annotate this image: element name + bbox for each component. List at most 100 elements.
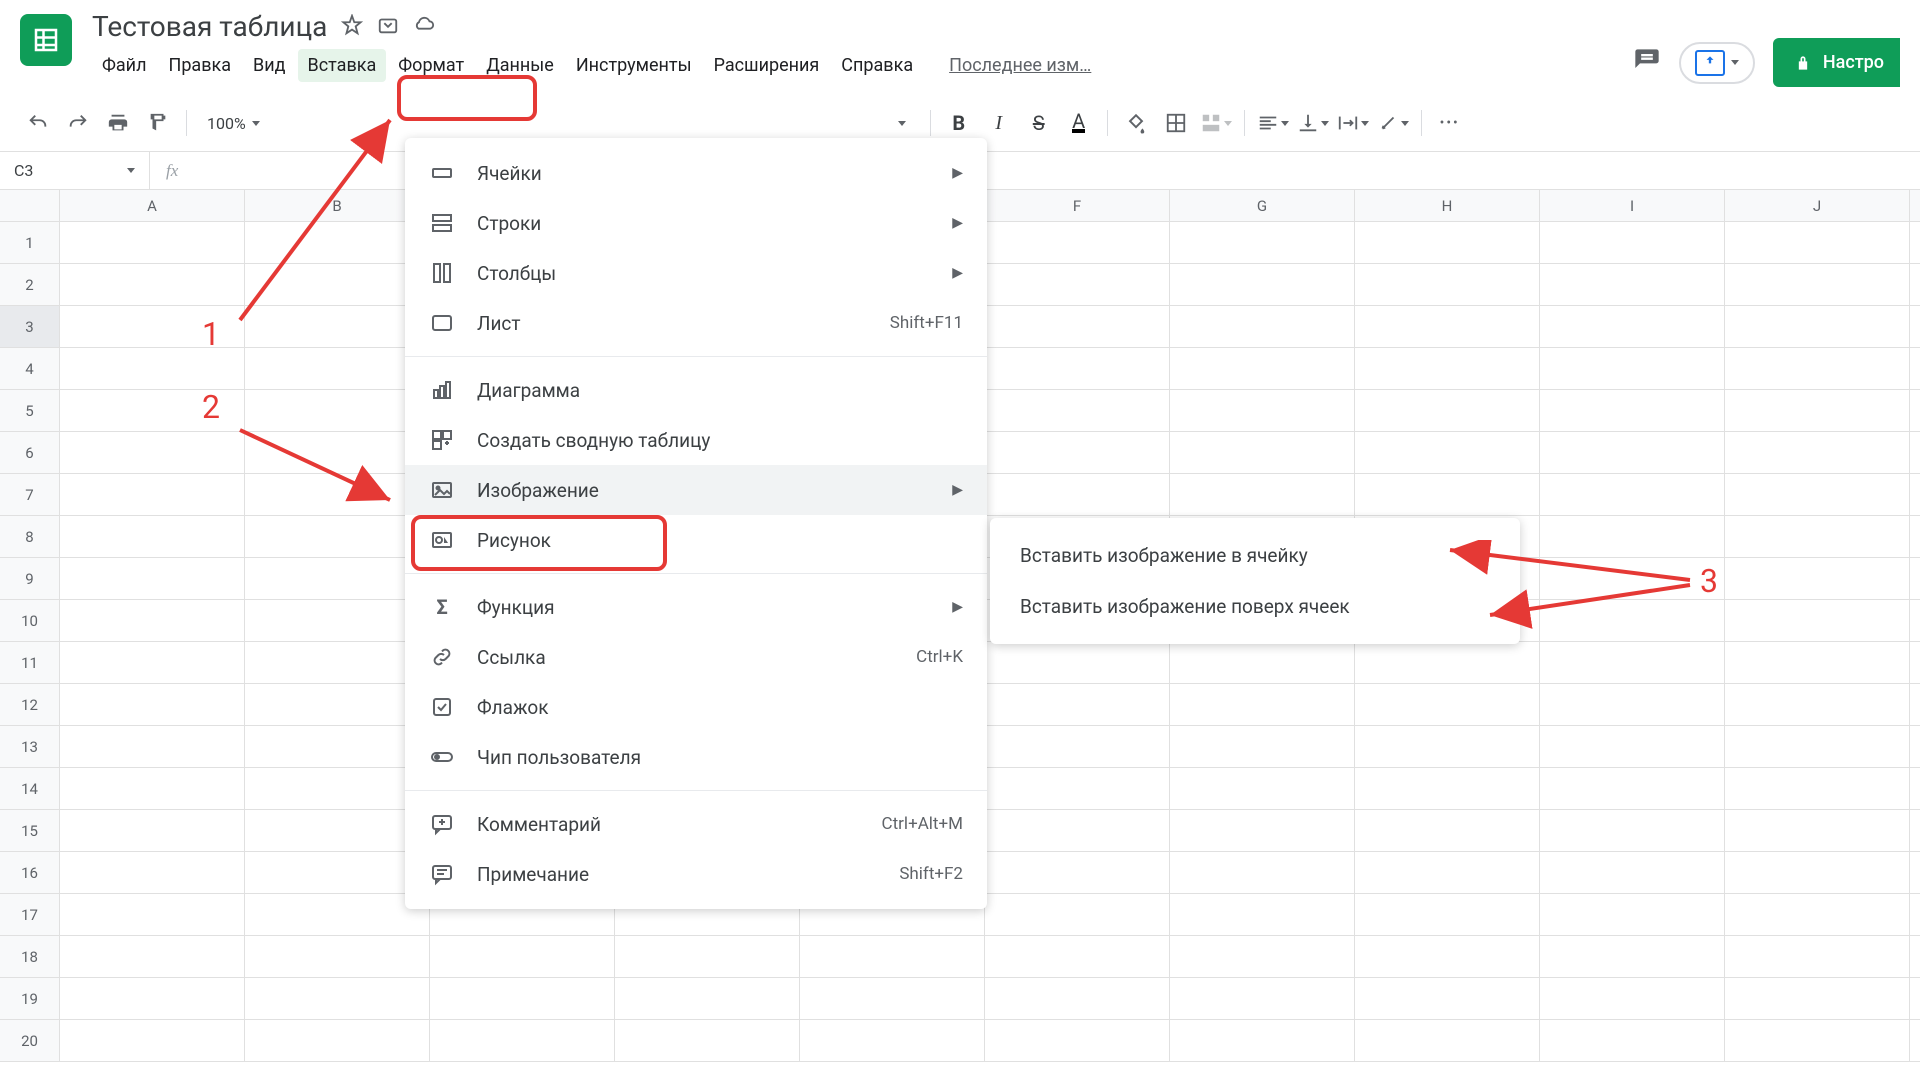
menu-item-comment[interactable]: КомментарийCtrl+Alt+M bbox=[405, 799, 987, 849]
cell[interactable] bbox=[245, 432, 430, 473]
cell[interactable] bbox=[60, 1020, 245, 1061]
cell[interactable] bbox=[245, 348, 430, 389]
cell[interactable] bbox=[1725, 642, 1910, 683]
cell[interactable] bbox=[1725, 1020, 1910, 1061]
cell[interactable] bbox=[60, 600, 245, 641]
menu-item-checkbox[interactable]: Флажок bbox=[405, 682, 987, 732]
col-header[interactable]: I bbox=[1540, 190, 1725, 221]
cell[interactable] bbox=[985, 306, 1170, 347]
cell[interactable] bbox=[245, 768, 430, 809]
cell[interactable] bbox=[1170, 432, 1355, 473]
last-edit-link[interactable]: Последнее изм… bbox=[939, 49, 1101, 82]
wrap-button[interactable] bbox=[1335, 105, 1371, 141]
cell[interactable] bbox=[430, 978, 615, 1019]
cell[interactable] bbox=[60, 642, 245, 683]
cell[interactable] bbox=[800, 936, 985, 977]
cell[interactable] bbox=[985, 1020, 1170, 1061]
cell[interactable] bbox=[1355, 684, 1540, 725]
share-button[interactable]: Настро bbox=[1773, 38, 1900, 87]
row-header[interactable]: 15 bbox=[0, 810, 60, 852]
col-header[interactable]: B bbox=[245, 190, 430, 221]
cell[interactable] bbox=[60, 768, 245, 809]
cell[interactable] bbox=[985, 264, 1170, 305]
row-header[interactable]: 8 bbox=[0, 516, 60, 558]
menu-view[interactable]: Вид bbox=[243, 49, 295, 82]
row-header[interactable]: 7 bbox=[0, 474, 60, 516]
select-all-corner[interactable] bbox=[0, 190, 60, 221]
row-header[interactable]: 2 bbox=[0, 264, 60, 306]
cell[interactable] bbox=[985, 978, 1170, 1019]
cell[interactable] bbox=[1540, 348, 1725, 389]
cell[interactable] bbox=[60, 936, 245, 977]
cell[interactable] bbox=[1540, 852, 1725, 893]
rotate-button[interactable] bbox=[1375, 105, 1411, 141]
cell[interactable] bbox=[1355, 768, 1540, 809]
cell[interactable] bbox=[1170, 936, 1355, 977]
italic-button[interactable]: I bbox=[981, 105, 1017, 141]
font-size-dropdown[interactable] bbox=[898, 121, 906, 126]
col-header[interactable]: H bbox=[1355, 190, 1540, 221]
cell[interactable] bbox=[1170, 474, 1355, 515]
submenu-insert-image-in-cell[interactable]: Вставить изображение в ячейку bbox=[990, 530, 1520, 581]
menu-item-function[interactable]: ΣФункция▶ bbox=[405, 582, 987, 632]
cell[interactable] bbox=[1725, 600, 1910, 641]
cell[interactable] bbox=[1170, 852, 1355, 893]
cell[interactable] bbox=[60, 516, 245, 557]
cell[interactable] bbox=[1170, 810, 1355, 851]
cell[interactable] bbox=[1725, 264, 1910, 305]
row-header[interactable]: 11 bbox=[0, 642, 60, 684]
row-header[interactable]: 19 bbox=[0, 978, 60, 1020]
menu-item-rows[interactable]: Строки▶ bbox=[405, 198, 987, 248]
menu-extensions[interactable]: Расширения bbox=[704, 49, 830, 82]
cell[interactable] bbox=[60, 852, 245, 893]
row-header[interactable]: 18 bbox=[0, 936, 60, 978]
cell[interactable] bbox=[1355, 810, 1540, 851]
present-button[interactable] bbox=[1679, 42, 1755, 84]
cell[interactable] bbox=[1355, 1020, 1540, 1061]
cell[interactable] bbox=[1170, 264, 1355, 305]
cell[interactable] bbox=[1725, 936, 1910, 977]
cell[interactable] bbox=[245, 894, 430, 935]
cell[interactable] bbox=[1540, 600, 1725, 641]
cell[interactable] bbox=[1725, 894, 1910, 935]
cell[interactable] bbox=[1725, 390, 1910, 431]
cell[interactable] bbox=[60, 558, 245, 599]
cell[interactable] bbox=[1725, 810, 1910, 851]
cell[interactable] bbox=[985, 936, 1170, 977]
menu-help[interactable]: Справка bbox=[831, 49, 923, 82]
cell[interactable] bbox=[245, 1020, 430, 1061]
paint-format-button[interactable] bbox=[140, 105, 176, 141]
cell[interactable] bbox=[1170, 726, 1355, 767]
row-header[interactable]: 3 bbox=[0, 306, 60, 348]
cell[interactable] bbox=[985, 852, 1170, 893]
cells[interactable] bbox=[60, 222, 1920, 1062]
cell[interactable] bbox=[985, 222, 1170, 263]
cell[interactable] bbox=[1355, 852, 1540, 893]
cell[interactable] bbox=[1355, 894, 1540, 935]
row-header[interactable]: 6 bbox=[0, 432, 60, 474]
cell[interactable] bbox=[1725, 474, 1910, 515]
row-header[interactable]: 13 bbox=[0, 726, 60, 768]
cell[interactable] bbox=[615, 1020, 800, 1061]
cell[interactable] bbox=[245, 390, 430, 431]
cell[interactable] bbox=[985, 642, 1170, 683]
cell[interactable] bbox=[985, 474, 1170, 515]
more-button[interactable]: ••• bbox=[1432, 105, 1468, 141]
menu-data[interactable]: Данные bbox=[476, 49, 564, 82]
cell[interactable] bbox=[1540, 726, 1725, 767]
menu-item-link[interactable]: СсылкаCtrl+K bbox=[405, 632, 987, 682]
row-header[interactable]: 4 bbox=[0, 348, 60, 390]
redo-button[interactable] bbox=[60, 105, 96, 141]
cell[interactable] bbox=[1540, 978, 1725, 1019]
cell[interactable] bbox=[60, 474, 245, 515]
cloud-icon[interactable] bbox=[413, 14, 435, 40]
row-header[interactable]: 12 bbox=[0, 684, 60, 726]
cell[interactable] bbox=[1540, 810, 1725, 851]
cell[interactable] bbox=[615, 936, 800, 977]
cell[interactable] bbox=[800, 1020, 985, 1061]
cell[interactable] bbox=[60, 264, 245, 305]
cell[interactable] bbox=[1355, 726, 1540, 767]
cell[interactable] bbox=[1355, 390, 1540, 431]
cell[interactable] bbox=[1540, 264, 1725, 305]
cell[interactable] bbox=[245, 516, 430, 557]
